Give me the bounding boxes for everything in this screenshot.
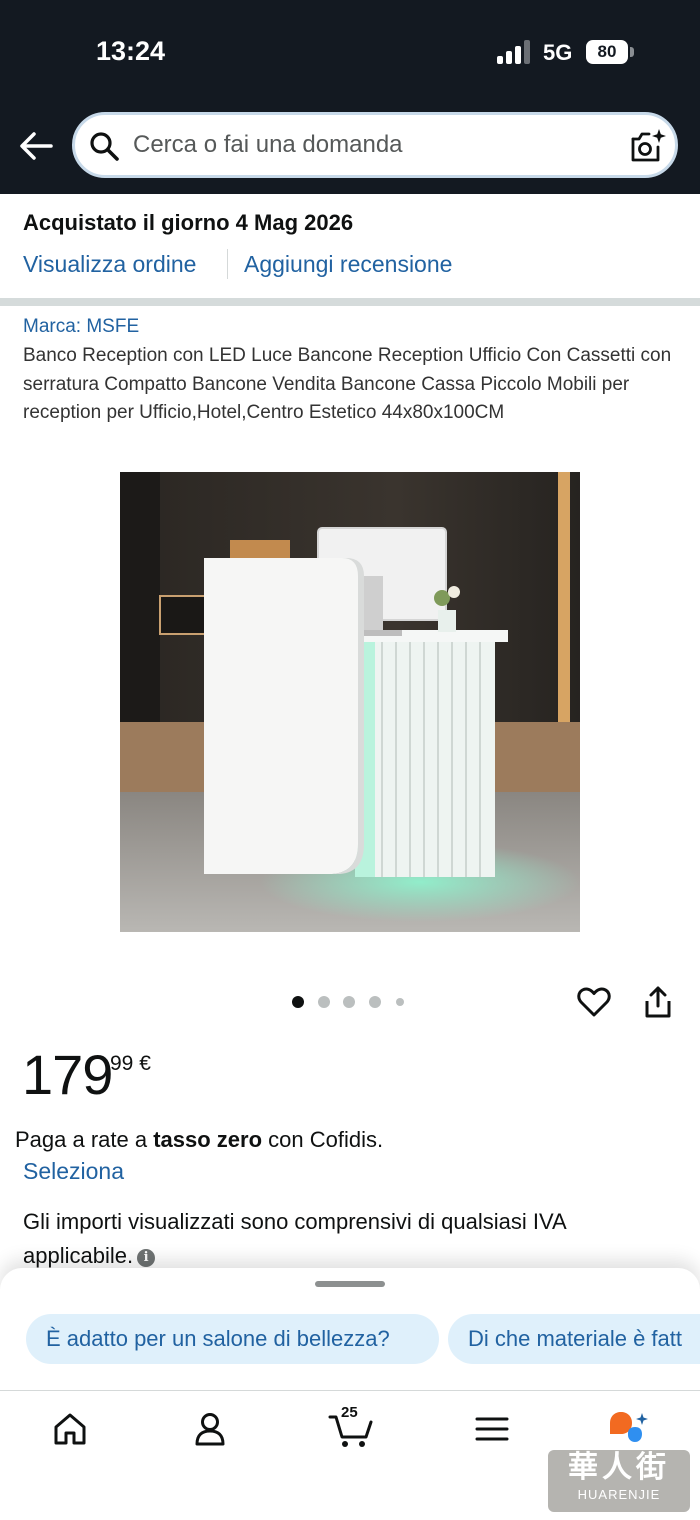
watermark-logo: 華人街 HUARENJIE xyxy=(548,1450,690,1512)
watermark-sub-text: HUARENJIE xyxy=(577,1487,661,1502)
rufus-assistant-icon[interactable] xyxy=(606,1409,650,1449)
watermark-main-text: 華人街 xyxy=(568,1451,670,1484)
battery-icon: 80 xyxy=(586,40,628,64)
product-title: Banco Reception con LED Luce Bancone Rec… xyxy=(23,345,672,423)
cart-count-badge: 25 xyxy=(341,1404,358,1421)
select-installments-link[interactable]: Seleziona xyxy=(23,1158,124,1185)
image-carousel-indicator xyxy=(292,996,412,1010)
product-image[interactable] xyxy=(120,472,580,932)
info-icon[interactable]: i xyxy=(137,1249,156,1267)
sheet-drag-handle[interactable] xyxy=(315,1281,385,1287)
installments-zero-rate: tasso zero xyxy=(153,1127,263,1152)
installments-prefix: Paga a rate a xyxy=(15,1127,154,1152)
installments-suffix: con Cofidis. xyxy=(262,1127,384,1152)
link-separator xyxy=(227,249,228,279)
share-icon[interactable] xyxy=(642,984,674,1020)
status-time: 13:24 xyxy=(96,36,166,66)
home-icon[interactable] xyxy=(50,1409,90,1449)
search-bar[interactable] xyxy=(72,112,678,178)
network-type: 5G xyxy=(543,40,573,65)
account-icon[interactable] xyxy=(190,1409,230,1449)
carousel-dot-1[interactable] xyxy=(292,996,304,1008)
menu-icon[interactable] xyxy=(472,1409,512,1449)
carousel-dot-2[interactable] xyxy=(318,996,330,1008)
vat-note-text: Gli importi visualizzati sono comprensiv… xyxy=(23,1209,566,1268)
price-fraction: 99 € xyxy=(110,1052,151,1075)
battery-tip xyxy=(630,47,634,57)
cellular-signal-icon xyxy=(497,40,533,64)
search-input[interactable] xyxy=(133,127,603,163)
view-order-link[interactable]: Visualizza ordine xyxy=(23,251,196,278)
brand-link[interactable]: Marca: MSFE xyxy=(23,316,139,338)
top-bar: 13:24 5G 80 xyxy=(0,0,700,194)
add-review-link[interactable]: Aggiungi recensione xyxy=(244,251,452,278)
back-arrow-icon[interactable] xyxy=(18,128,54,164)
suggestion-chip[interactable]: Di che materiale è fatt xyxy=(448,1314,700,1364)
price-whole: 179 xyxy=(22,1043,113,1106)
purchase-date: Acquistato il giorno 4 Mag 2026 xyxy=(23,210,354,235)
carousel-dot-3[interactable] xyxy=(343,996,355,1008)
carousel-dot-4[interactable] xyxy=(369,996,381,1008)
search-icon xyxy=(90,132,119,161)
installments-text: Paga a rate a tasso zero con Cofidis. xyxy=(15,1127,383,1153)
suggestions-sheet: È adatto per un salone di bellezza? Di c… xyxy=(0,1268,700,1393)
section-divider xyxy=(0,298,700,306)
suggestion-chip[interactable]: È adatto per un salone di bellezza? xyxy=(26,1314,439,1364)
vat-note: Gli importi visualizzati sono comprensiv… xyxy=(23,1205,663,1273)
wishlist-heart-icon[interactable] xyxy=(576,984,612,1020)
carousel-dot-5[interactable] xyxy=(396,998,404,1006)
camera-search-icon[interactable] xyxy=(627,127,667,165)
